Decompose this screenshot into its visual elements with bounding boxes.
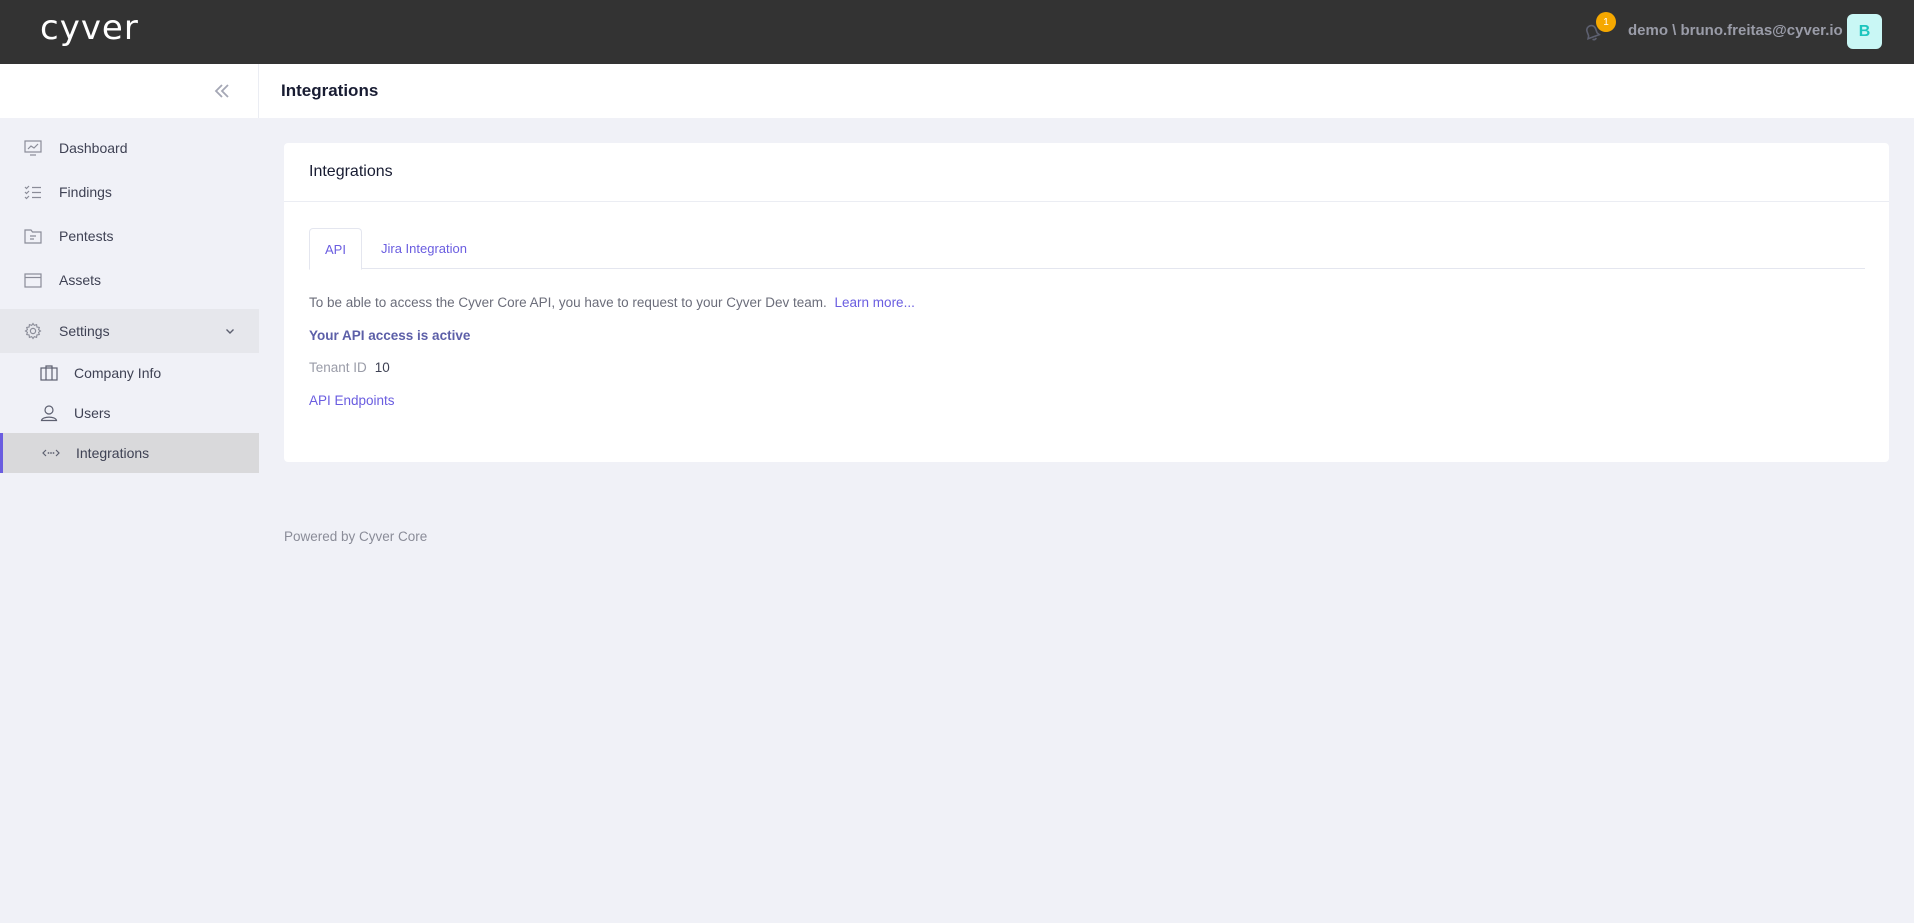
tenant-label: Tenant ID [309,360,367,375]
integrations-card: Integrations API Jira Integration To be … [284,143,1889,462]
logo[interactable]: cyver [40,8,139,48]
code-arrows-icon [42,449,60,457]
top-bar: cyver 1 demo \ bruno.freitas@cyver.io B [0,0,1914,64]
subheader: Integrations [0,64,1914,118]
sidebar-item-users[interactable]: Users [0,393,259,433]
sidebar-item-label: Settings [59,323,110,339]
tenant-value: 10 [374,360,390,375]
sidebar-collapse-button[interactable] [210,79,234,103]
folder-icon [24,229,42,244]
chevron-down-icon [226,329,234,334]
building-icon [40,365,58,381]
card-title: Integrations [309,163,393,180]
sidebar-item-dashboard[interactable]: Dashboard [0,126,259,170]
user-info[interactable]: demo \ bruno.freitas@cyver.io [1628,22,1843,39]
gear-icon [24,322,42,340]
checklist-icon [24,185,41,200]
sidebar-item-label: Company Info [74,365,162,381]
sidebar-item-assets[interactable]: Assets [0,258,259,302]
user-icon [40,405,58,422]
learn-more-link[interactable]: Learn more... [835,295,915,310]
sidebar-item-label: Pentests [59,228,114,244]
api-info-message: To be able to access the Cyver Core API,… [309,295,827,310]
footer-text: Powered by Cyver Core [284,529,428,544]
tab-api[interactable]: API [309,228,362,270]
sidebar-item-label: Users [74,405,111,421]
api-endpoints-link[interactable]: API Endpoints [309,393,395,408]
sidebar-item-integrations[interactable]: Integrations [0,433,259,473]
double-chevron-left-icon [214,84,229,98]
sidebar-item-settings[interactable]: Settings [0,309,259,353]
sidebar-item-label: Integrations [76,445,150,461]
tabs: API Jira Integration [309,228,1865,270]
notification-badge[interactable]: 1 [1596,12,1616,32]
api-info-text: To be able to access the Cyver Core API,… [309,295,915,310]
sidebar-item-label: Assets [59,272,102,288]
sidebar-item-findings[interactable]: Findings [0,170,259,214]
dashboard-chart-icon [24,140,42,156]
avatar[interactable]: B [1847,14,1882,49]
card-header: Integrations [284,143,1889,202]
sidebar-item-label: Findings [59,184,112,200]
page-title: Integrations [281,81,379,100]
sidebar-item-label: Dashboard [59,140,128,156]
box-icon [24,273,42,288]
api-status: Your API access is active [309,328,471,343]
tenant-row: Tenant ID 10 [309,360,390,375]
sidebar-item-company-info[interactable]: Company Info [0,353,259,393]
subheader-divider [258,64,259,118]
sidebar-item-pentests[interactable]: Pentests [0,214,259,258]
tab-jira-integration[interactable]: Jira Integration [366,228,482,269]
logo-text: cyver [40,8,139,48]
